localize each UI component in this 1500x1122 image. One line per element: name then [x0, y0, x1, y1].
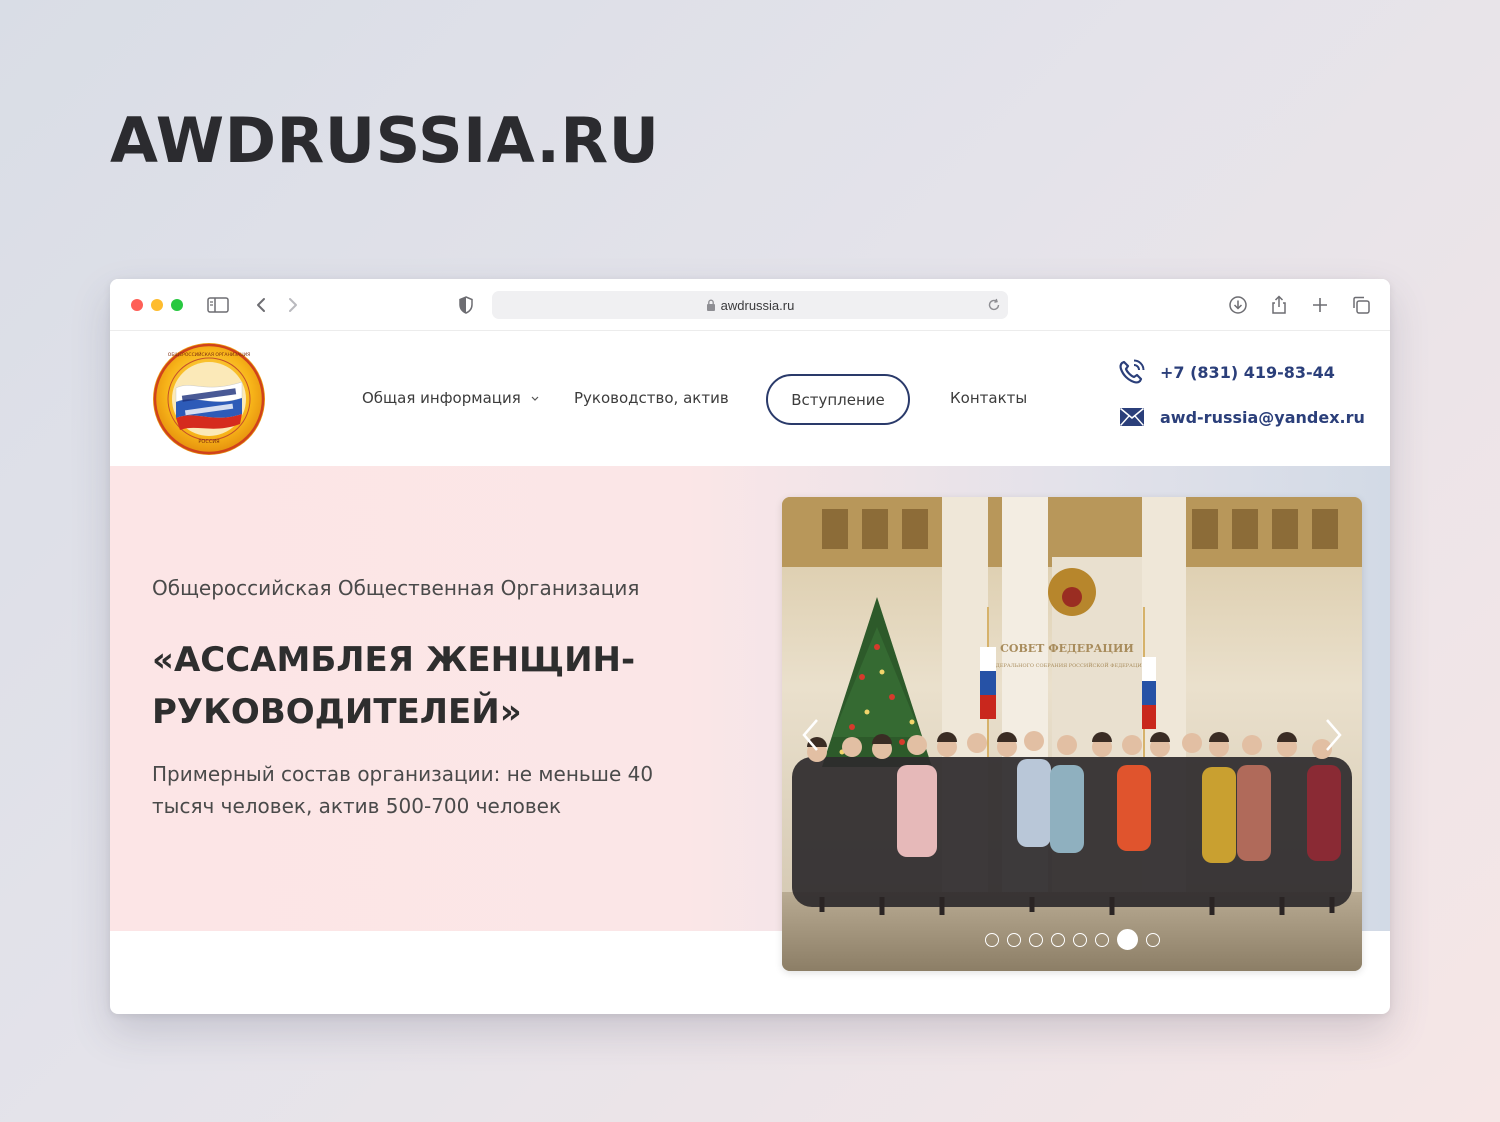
back-icon[interactable]	[249, 293, 273, 317]
nav-general-info-label: Общая информация	[362, 389, 521, 407]
tabs-overview-icon[interactable]	[1349, 293, 1373, 317]
minimize-window-button[interactable]	[151, 299, 163, 311]
photo-sign-sub: ФЕДЕРАЛЬНОГО СОБРАНИЯ РОССИЙСКОЙ ФЕДЕРАЦ…	[988, 661, 1147, 669]
close-window-button[interactable]	[131, 299, 143, 311]
join-button[interactable]: Вступление	[766, 374, 910, 425]
phone-contact[interactable]: +7 (831) 419-83-44	[1118, 359, 1335, 385]
hero-subtitle: Общероссийская Общественная Организация	[152, 576, 640, 600]
hero-title: «АССАМБЛЕЯ ЖЕНЩИН-РУКОВОДИТЕЛЕЙ»	[152, 640, 636, 732]
slider-dot[interactable]	[1094, 932, 1109, 947]
slider-dot[interactable]	[984, 932, 999, 947]
chevron-down-icon	[531, 396, 538, 401]
shield-icon[interactable]	[454, 293, 478, 317]
slider-prev-button[interactable]	[796, 715, 826, 755]
hero-description: Примерный состав организации: не меньше …	[152, 762, 654, 818]
forward-icon[interactable]	[281, 293, 305, 317]
slider-dot[interactable]	[1050, 932, 1065, 947]
slider-dot[interactable]	[1028, 932, 1043, 947]
slider-dot[interactable]	[1116, 929, 1138, 950]
photo-sign: СОВЕТ ФЕДЕРАЦИИ	[1000, 642, 1134, 655]
new-tab-icon[interactable]	[1308, 293, 1332, 317]
slide-photo: СОВЕТ ФЕДЕРАЦИИ ФЕДЕРАЛЬНОГО СОБРАНИЯ РО…	[782, 497, 1362, 971]
slider-dot[interactable]	[1145, 932, 1160, 947]
lock-icon	[706, 299, 715, 311]
email-contact[interactable]: awd-russia@yandex.ru	[1118, 404, 1365, 430]
slider-dot[interactable]	[1072, 932, 1087, 947]
slider-next-button[interactable]	[1318, 715, 1348, 755]
nav-contacts[interactable]: Контакты	[950, 389, 1027, 407]
browser-toolbar: awdrussia.ru	[110, 279, 1390, 331]
svg-text:РОССИЯ: РОССИЯ	[198, 439, 219, 445]
reload-icon[interactable]	[984, 295, 1004, 315]
chevron-right-icon	[1326, 719, 1342, 751]
email-address: awd-russia@yandex.ru	[1160, 407, 1365, 427]
organization-logo[interactable]: РОССИЯ ОБЩЕРОССИЙСКАЯ ОРГАНИЗАЦИЯ	[152, 342, 266, 456]
slider-pagination	[782, 929, 1362, 950]
share-icon[interactable]	[1267, 293, 1291, 317]
chevron-left-icon	[802, 719, 818, 751]
zoom-window-button[interactable]	[171, 299, 183, 311]
page-title: AWDRUSSIA.RU	[110, 104, 660, 177]
download-icon[interactable]	[1226, 293, 1250, 317]
address-bar[interactable]: awdrussia.ru	[492, 291, 1008, 319]
phone-icon	[1118, 359, 1146, 385]
mail-icon	[1118, 404, 1146, 430]
sidebar-icon[interactable]	[206, 293, 230, 317]
browser-window: awdrussia.ru РОССИЯ ОБЩЕРОССИЙСКАЯ ОРГАН…	[110, 279, 1390, 1014]
phone-number: +7 (831) 419-83-44	[1160, 362, 1335, 382]
svg-text:ОБЩЕРОССИЙСКАЯ ОРГАНИЗАЦИЯ: ОБЩЕРОССИЙСКАЯ ОРГАНИЗАЦИЯ	[168, 351, 250, 358]
slider-dot[interactable]	[1006, 932, 1021, 947]
photo-slider[interactable]: СОВЕТ ФЕДЕРАЦИИ ФЕДЕРАЛЬНОГО СОБРАНИЯ РО…	[782, 497, 1362, 971]
url-text: awdrussia.ru	[720, 297, 795, 313]
nav-leadership[interactable]: Руководство, актив	[574, 389, 729, 407]
site-header: РОССИЯ ОБЩЕРОССИЙСКАЯ ОРГАНИЗАЦИЯ Общая …	[110, 331, 1390, 466]
nav-general-info[interactable]: Общая информация	[362, 389, 540, 407]
